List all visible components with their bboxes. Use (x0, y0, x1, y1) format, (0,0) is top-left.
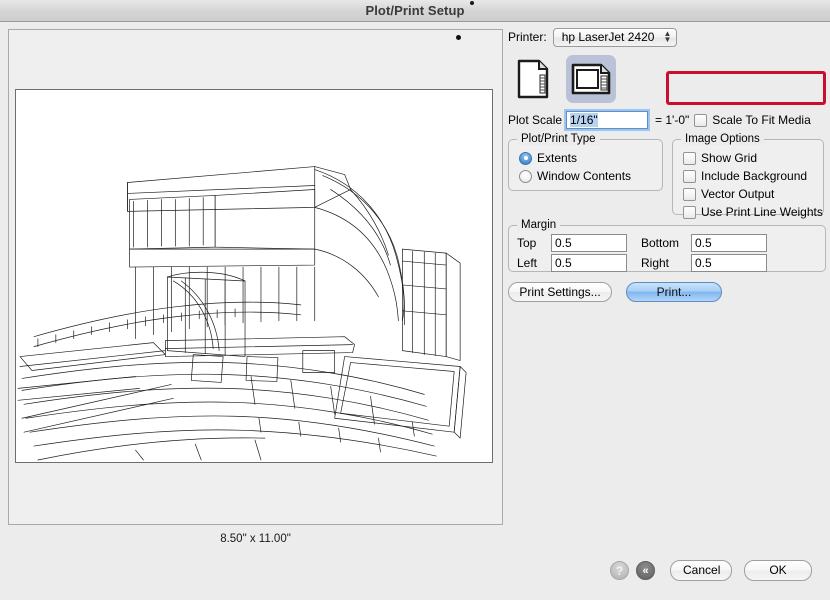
plot-scale-row: Plot Scale 1/16" = 1'-0" Scale To Fit Me… (508, 109, 826, 131)
image-options-group: Image Options Show Grid Include Backgrou… (672, 139, 824, 215)
margin-right-input[interactable]: 0.5 (691, 254, 767, 272)
radio-window-contents-indicator (519, 170, 532, 183)
checkbox-vector-output-label: Vector Output (701, 187, 774, 201)
portrait-orientation-button[interactable] (508, 55, 558, 103)
plot-scale-input[interactable]: 1/16" (566, 111, 648, 129)
printer-label: Printer: (508, 30, 547, 44)
print-button[interactable]: Print... (626, 282, 722, 302)
plot-scale-value: 1/16" (570, 113, 598, 127)
checkbox-show-grid-box (683, 152, 696, 165)
margin-bottom-label: Bottom (641, 236, 691, 250)
print-actions-row: Print Settings... Print... (508, 282, 826, 302)
preview-marker-dot (456, 35, 461, 40)
cancel-button[interactable]: Cancel (670, 560, 732, 581)
checkbox-include-background-box (683, 170, 696, 183)
settings-column: Printer: hp LaserJet 2420 ▲▼ (508, 27, 826, 302)
collapse-back-icon[interactable]: « (636, 561, 655, 580)
page-title: Plot/Print Setup (365, 0, 464, 21)
checkbox-use-print-line-weights-box (683, 206, 696, 219)
printer-select[interactable]: hp LaserJet 2420 ▲▼ (553, 28, 678, 47)
checkbox-include-background[interactable]: Include Background (683, 168, 823, 184)
type-and-image-options-row: Plot/Print Type Extents Window Contents … (508, 139, 826, 215)
scale-to-fit-media-label: Scale To Fit Media (712, 113, 811, 127)
margin-left-input[interactable]: 0.5 (551, 254, 627, 272)
orientation-row (508, 55, 826, 103)
plot-print-type-legend: Plot/Print Type (517, 133, 600, 145)
image-options-legend: Image Options (681, 133, 764, 145)
margin-top-input[interactable]: 0.5 (551, 234, 627, 252)
checkbox-show-grid-label: Show Grid (701, 151, 757, 165)
landscape-page-icon (571, 61, 611, 97)
unsaved-changes-dot (470, 1, 474, 5)
radio-extents[interactable]: Extents (519, 150, 662, 166)
plot-scale-label: Plot Scale (508, 113, 562, 127)
plot-print-type-group: Plot/Print Type Extents Window Contents (508, 139, 663, 191)
window-title-bar: Plot/Print Setup (0, 0, 830, 22)
print-settings-button[interactable]: Print Settings... (508, 282, 612, 302)
checkbox-use-print-line-weights-label: Use Print Line Weights (701, 205, 823, 219)
margin-row-left-right: Left 0.5 Right 0.5 (517, 254, 825, 272)
printer-selected-value: hp LaserJet 2420 (562, 30, 655, 44)
preview-page-sheet (15, 89, 493, 463)
radio-window-contents[interactable]: Window Contents (519, 168, 662, 184)
window-title-text: Plot/Print Setup (365, 3, 464, 18)
margin-legend: Margin (517, 219, 560, 231)
margin-row-top-bottom: Top 0.5 Bottom 0.5 (517, 234, 825, 252)
checkbox-show-grid[interactable]: Show Grid (683, 150, 823, 166)
margin-top-label: Top (517, 236, 551, 250)
checkbox-vector-output[interactable]: Vector Output (683, 186, 823, 202)
ok-button[interactable]: OK (744, 560, 812, 581)
portrait-page-icon (517, 59, 549, 99)
landscape-orientation-button[interactable] (566, 55, 616, 103)
checkbox-vector-output-box (683, 188, 696, 201)
margin-left-label: Left (517, 256, 551, 270)
printer-row: Printer: hp LaserJet 2420 ▲▼ (508, 27, 826, 47)
scale-equals-label: = 1'-0" (655, 113, 689, 127)
margin-group: Margin Top 0.5 Bottom 0.5 Left 0.5 Right… (508, 225, 826, 272)
help-icon[interactable]: ? (610, 561, 629, 580)
margin-right-label: Right (641, 256, 691, 270)
architectural-wireframe-drawing (16, 90, 492, 462)
paper-size-label: 8.50" x 11.00" (8, 533, 503, 545)
margin-bottom-input[interactable]: 0.5 (691, 234, 767, 252)
radio-extents-indicator (519, 152, 532, 165)
radio-extents-label: Extents (537, 151, 577, 165)
radio-window-contents-label: Window Contents (537, 169, 631, 183)
checkbox-include-background-label: Include Background (701, 169, 807, 183)
checkbox-use-print-line-weights[interactable]: Use Print Line Weights (683, 204, 823, 220)
scale-to-fit-media-checkbox[interactable] (694, 114, 707, 127)
chevron-updown-icon: ▲▼ (664, 31, 672, 43)
